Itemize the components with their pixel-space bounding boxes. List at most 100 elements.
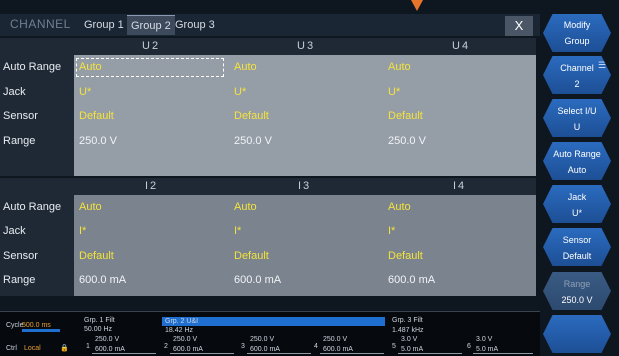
softkey-value: U bbox=[573, 122, 581, 132]
channel-top: 250.0 V bbox=[173, 336, 198, 343]
row-label: Jack bbox=[3, 225, 26, 237]
cycle-label: Cycle bbox=[6, 322, 24, 329]
channel-number: 2 bbox=[164, 343, 168, 350]
cell-auto-range-i3[interactable]: Auto bbox=[234, 201, 257, 213]
indicator-arrow-icon bbox=[411, 0, 423, 11]
current-panel: I2 I3 I4 Auto Range Jack Sensor Range Au… bbox=[0, 178, 536, 296]
ctrl-value: Local bbox=[24, 345, 41, 352]
close-button[interactable]: X bbox=[505, 16, 533, 36]
channel-number: 1 bbox=[86, 343, 90, 350]
group-name: Grp. 3 Filt bbox=[392, 317, 423, 324]
channel-bottom: 5.0 mA bbox=[476, 346, 499, 353]
tab-group-1[interactable]: Group 1 bbox=[80, 15, 128, 35]
cell-jack-i3[interactable]: I* bbox=[234, 225, 241, 237]
column-header: I4 bbox=[453, 180, 467, 192]
cell-range-i4[interactable]: 600.0 mA bbox=[388, 274, 435, 286]
channel-number: 6 bbox=[467, 343, 471, 350]
cell-sensor-i4[interactable]: Default bbox=[388, 250, 423, 262]
cell-jack-i4[interactable]: I* bbox=[388, 225, 395, 237]
lock-icon: 🔒 bbox=[60, 345, 69, 352]
label-column bbox=[0, 38, 74, 176]
softkey-channel[interactable]: ☰ Channel 2 bbox=[543, 56, 611, 94]
column-header: I3 bbox=[298, 180, 312, 192]
softkey-auto-range[interactable]: Auto Range Auto bbox=[543, 142, 611, 180]
ctrl-label: Ctrl bbox=[6, 345, 17, 352]
page-title: CHANNEL bbox=[10, 17, 71, 31]
softkey-label: Select I/U bbox=[557, 106, 597, 116]
group-frequency: 50.00 Hz bbox=[84, 326, 113, 333]
column-header: U4 bbox=[452, 40, 471, 52]
cell-range-i2[interactable]: 600.0 mA bbox=[79, 274, 126, 286]
cycle-value: 500.0 ms bbox=[22, 322, 51, 329]
cell-sensor-i3[interactable]: Default bbox=[234, 250, 269, 262]
cell-range-u2[interactable]: 250.0 V bbox=[79, 135, 117, 147]
group-name: Grp. 2 U&I bbox=[165, 318, 199, 325]
softkey-label: Range bbox=[563, 279, 591, 289]
channel-bottom: 600.0 mA bbox=[95, 346, 125, 353]
softkey-blank[interactable] bbox=[543, 315, 611, 353]
row-label: Sensor bbox=[3, 110, 38, 122]
column-header: I2 bbox=[145, 180, 159, 192]
softkey-modify-group[interactable]: Modify Group bbox=[543, 14, 611, 52]
softkey-range[interactable]: Range 250.0 V bbox=[543, 272, 611, 310]
cell-jack-u2[interactable]: U* bbox=[79, 86, 91, 98]
cell-jack-i2[interactable]: I* bbox=[79, 225, 86, 237]
row-label: Range bbox=[3, 135, 36, 147]
cell-jack-u4[interactable]: U* bbox=[388, 86, 400, 98]
softkey-label: Modify bbox=[563, 20, 591, 30]
cycle-progress bbox=[22, 329, 60, 332]
softkey-value: U* bbox=[571, 208, 582, 218]
column-header: U3 bbox=[297, 40, 316, 52]
data-grid bbox=[74, 195, 536, 296]
channel-number: 5 bbox=[392, 343, 396, 350]
cell-sensor-u3[interactable]: Default bbox=[234, 110, 269, 122]
row-label: Auto Range bbox=[3, 61, 62, 73]
tab-group-3[interactable]: Group 3 bbox=[171, 15, 219, 35]
selection-cursor bbox=[76, 58, 224, 77]
softkey-select-iu[interactable]: Select I/U U bbox=[543, 99, 611, 137]
channel-number: 3 bbox=[241, 343, 245, 350]
softkey-label: Jack bbox=[567, 192, 587, 202]
cell-range-i3[interactable]: 600.0 mA bbox=[234, 274, 281, 286]
cell-sensor-u2[interactable]: Default bbox=[79, 110, 114, 122]
softkey-value: Default bbox=[562, 251, 592, 261]
row-label: Jack bbox=[3, 86, 26, 98]
channel-bottom: 600.0 mA bbox=[173, 346, 203, 353]
softkey-value: Auto bbox=[567, 165, 587, 175]
channel-top: 3.0 V bbox=[476, 336, 493, 343]
channel-top: 250.0 V bbox=[250, 336, 275, 343]
channel-bottom: 5.0 mA bbox=[401, 346, 424, 353]
softkey-value: 250.0 V bbox=[561, 295, 593, 305]
softkey-label: Sensor bbox=[562, 235, 592, 245]
group-frequency: 18.42 Hz bbox=[165, 327, 194, 334]
softkey-jack[interactable]: Jack U* bbox=[543, 185, 611, 223]
row-label: Auto Range bbox=[3, 201, 62, 213]
softkey-sensor[interactable]: Sensor Default bbox=[543, 228, 611, 266]
cell-auto-range-u3[interactable]: Auto bbox=[234, 61, 257, 73]
cell-sensor-i2[interactable]: Default bbox=[79, 250, 114, 262]
channel-top: 250.0 V bbox=[95, 336, 120, 343]
column-header: U2 bbox=[142, 40, 161, 52]
channel-top: 3.0 V bbox=[401, 336, 418, 343]
softkey-label: Channel bbox=[560, 63, 594, 73]
group-frequency: 1.487 kHz bbox=[392, 327, 424, 334]
channel-bottom: 600.0 mA bbox=[323, 346, 353, 353]
softkey-value: 2 bbox=[574, 79, 580, 89]
group-name: Grp. 1 Filt bbox=[84, 317, 115, 324]
cell-range-u4[interactable]: 250.0 V bbox=[388, 135, 426, 147]
row-label: Range bbox=[3, 274, 36, 286]
channel-top: 250.0 V bbox=[323, 336, 348, 343]
cell-auto-range-i4[interactable]: Auto bbox=[388, 201, 411, 213]
channel-bottom: 600.0 mA bbox=[250, 346, 280, 353]
screen: CHANNEL Group 1 Group 2 Group 3 X U2 U3 … bbox=[0, 0, 619, 356]
softkey-value: Group bbox=[564, 36, 590, 46]
cell-range-u3[interactable]: 250.0 V bbox=[234, 135, 272, 147]
cell-auto-range-u4[interactable]: Auto bbox=[388, 61, 411, 73]
cell-sensor-u4[interactable]: Default bbox=[388, 110, 423, 122]
tab-group-2[interactable]: Group 2 bbox=[127, 15, 175, 35]
cell-auto-range-i2[interactable]: Auto bbox=[79, 201, 102, 213]
cell-jack-u3[interactable]: U* bbox=[234, 86, 246, 98]
row-label: Sensor bbox=[3, 250, 38, 262]
softkey-label: Auto Range bbox=[553, 149, 601, 159]
channel-number: 4 bbox=[314, 343, 318, 350]
